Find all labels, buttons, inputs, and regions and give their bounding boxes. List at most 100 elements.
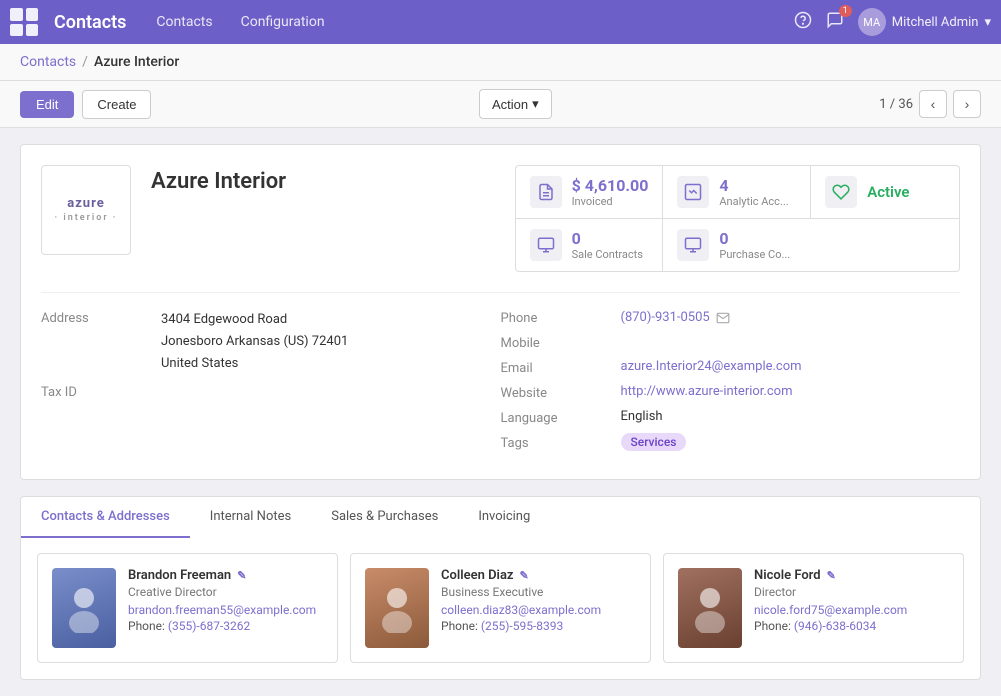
address-row: Address 3404 Edgewood Road Jonesboro Ark… bbox=[41, 309, 471, 375]
email-row: Email azure.Interior24@example.com bbox=[501, 359, 931, 376]
tags-label: Tags bbox=[501, 434, 621, 451]
contact-name-colleen: Colleen Diaz bbox=[441, 568, 514, 583]
tab-contacts-addresses[interactable]: Contacts & Addresses bbox=[21, 497, 190, 538]
stat-invoiced[interactable]: $ 4,610.00 Invoiced bbox=[516, 166, 664, 219]
tab-sales-purchases[interactable]: Sales & Purchases bbox=[311, 497, 458, 538]
list-item[interactable]: Colleen Diaz ✎ Business Executive collee… bbox=[350, 553, 651, 663]
contact-name-brandon: Brandon Freeman bbox=[128, 568, 231, 583]
active-icon bbox=[825, 176, 857, 208]
address-section: Address 3404 Edgewood Road Jonesboro Ark… bbox=[41, 309, 501, 459]
contact-header: azure · interior · Azure Interior $ 4,61… bbox=[41, 165, 960, 272]
email-value[interactable]: azure.Interior24@example.com bbox=[621, 359, 802, 376]
phone-row: Phone (870)-931-0505 bbox=[501, 309, 931, 326]
breadcrumb-separator: / bbox=[82, 54, 88, 70]
language-row: Language English bbox=[501, 409, 931, 426]
tags-row: Tags Services bbox=[501, 434, 931, 451]
invoiced-icon bbox=[530, 176, 562, 208]
website-label: Website bbox=[501, 384, 621, 401]
stat-sale-contracts[interactable]: 0 Sale Contracts bbox=[516, 219, 664, 271]
user-avatar: MA bbox=[858, 8, 886, 36]
contact-photo-brandon bbox=[52, 568, 116, 648]
list-item[interactable]: Nicole Ford ✎ Director nicole.ford75@exa… bbox=[663, 553, 964, 663]
address-value: 3404 Edgewood Road Jonesboro Arkansas (U… bbox=[161, 309, 348, 375]
email-label: Email bbox=[501, 359, 621, 376]
sale-contracts-label: Sale Contracts bbox=[572, 248, 643, 261]
action-dropdown-button[interactable]: Action ▾ bbox=[479, 89, 552, 119]
email-icon bbox=[716, 311, 730, 325]
contact-phone-nicole: Phone: (946)-638-6034 bbox=[754, 619, 949, 633]
contact-logo: azure · interior · bbox=[41, 165, 131, 255]
contact-email-nicole[interactable]: nicole.ford75@example.com bbox=[754, 603, 949, 617]
purchase-contracts-value: 0 bbox=[719, 229, 790, 248]
mobile-row: Mobile bbox=[501, 334, 931, 351]
contact-name-nicole: Nicole Ford bbox=[754, 568, 821, 583]
chat-badge: 1 bbox=[839, 5, 852, 17]
website-value[interactable]: http://www.azure-interior.com bbox=[621, 384, 793, 401]
website-row: Website http://www.azure-interior.com bbox=[501, 384, 931, 401]
contact-name: Azure Interior bbox=[151, 165, 495, 194]
address-label: Address bbox=[41, 309, 161, 375]
contact-card: azure · interior · Azure Interior $ 4,61… bbox=[20, 144, 981, 480]
next-page-button[interactable]: › bbox=[953, 90, 981, 118]
sale-contracts-icon bbox=[530, 229, 562, 261]
edit-icon-nicole[interactable]: ✎ bbox=[827, 569, 836, 582]
stat-active[interactable]: Active bbox=[811, 166, 959, 219]
contact-photo-nicole bbox=[678, 568, 742, 648]
user-name: Mitchell Admin bbox=[892, 15, 979, 30]
app-title: Contacts bbox=[54, 12, 126, 33]
phone-value[interactable]: (870)-931-0505 bbox=[621, 310, 710, 325]
chat-button[interactable]: 1 bbox=[826, 11, 844, 33]
contact-email-colleen[interactable]: colleen.diaz83@example.com bbox=[441, 603, 636, 617]
purchase-contracts-icon bbox=[677, 229, 709, 261]
pagination: 1 / 36 ‹ › bbox=[879, 90, 981, 118]
prev-page-button[interactable]: ‹ bbox=[919, 90, 947, 118]
user-menu[interactable]: MA Mitchell Admin ▾ bbox=[858, 8, 991, 36]
edit-icon-colleen[interactable]: ✎ bbox=[520, 569, 529, 582]
purchase-contracts-label: Purchase Co... bbox=[719, 248, 790, 261]
main-content: azure · interior · Azure Interior $ 4,61… bbox=[0, 128, 1001, 696]
top-navigation: Contacts Contacts Configuration 1 MA Mit… bbox=[0, 0, 1001, 44]
contact-email-brandon[interactable]: brandon.freeman55@example.com bbox=[128, 603, 323, 617]
breadcrumb-current: Azure Interior bbox=[94, 54, 179, 70]
create-button[interactable]: Create bbox=[82, 90, 151, 119]
tax-id-row: Tax ID bbox=[41, 383, 471, 400]
mobile-label: Mobile bbox=[501, 334, 621, 351]
breadcrumb: Contacts / Azure Interior bbox=[0, 44, 1001, 81]
pagination-text: 1 / 36 bbox=[879, 97, 913, 112]
tab-invoicing[interactable]: Invoicing bbox=[458, 497, 550, 538]
language-label: Language bbox=[501, 409, 621, 426]
analytic-value: 4 bbox=[719, 176, 788, 195]
action-chevron-icon: ▾ bbox=[532, 96, 539, 112]
stat-purchase-contracts[interactable]: 0 Purchase Co... bbox=[663, 219, 959, 271]
contact-title-colleen: Business Executive bbox=[441, 585, 636, 599]
language-value: English bbox=[621, 409, 663, 426]
logo-line1: azure bbox=[55, 196, 118, 213]
contact-title-nicole: Director bbox=[754, 585, 949, 599]
contact-info-section: Phone (870)-931-0505 Mobile Email azure.… bbox=[501, 309, 961, 459]
contact-title-brandon: Creative Director bbox=[128, 585, 323, 599]
breadcrumb-parent[interactable]: Contacts bbox=[20, 54, 76, 70]
contact-photo-colleen bbox=[365, 568, 429, 648]
tag-services: Services bbox=[621, 433, 687, 451]
invoiced-label: Invoiced bbox=[572, 195, 649, 208]
contact-phone-colleen: Phone: (255)-595-8393 bbox=[441, 619, 636, 633]
edit-button[interactable]: Edit bbox=[20, 91, 74, 118]
tabs-bar: Contacts & Addresses Internal Notes Sale… bbox=[20, 496, 981, 537]
tax-id-label: Tax ID bbox=[41, 383, 161, 400]
analytic-label: Analytic Acc... bbox=[719, 195, 788, 208]
active-value: Active bbox=[867, 183, 909, 201]
stat-analytic[interactable]: 4 Analytic Acc... bbox=[663, 166, 811, 219]
logo-line2: · interior · bbox=[55, 213, 118, 225]
action-label: Action bbox=[492, 97, 528, 112]
contact-phone-brandon: Phone: (355)-687-3262 bbox=[128, 619, 323, 633]
app-grid-icon[interactable] bbox=[10, 8, 38, 36]
nav-contacts[interactable]: Contacts bbox=[150, 10, 218, 34]
nav-configuration[interactable]: Configuration bbox=[235, 10, 331, 34]
sale-contracts-value: 0 bbox=[572, 229, 643, 248]
help-button[interactable] bbox=[794, 11, 812, 33]
tab-internal-notes[interactable]: Internal Notes bbox=[190, 497, 311, 538]
list-item[interactable]: Brandon Freeman ✎ Creative Director bran… bbox=[37, 553, 338, 663]
details-grid: Address 3404 Edgewood Road Jonesboro Ark… bbox=[41, 292, 960, 459]
edit-icon-brandon[interactable]: ✎ bbox=[237, 569, 246, 582]
contacts-panel: Brandon Freeman ✎ Creative Director bran… bbox=[20, 537, 981, 680]
